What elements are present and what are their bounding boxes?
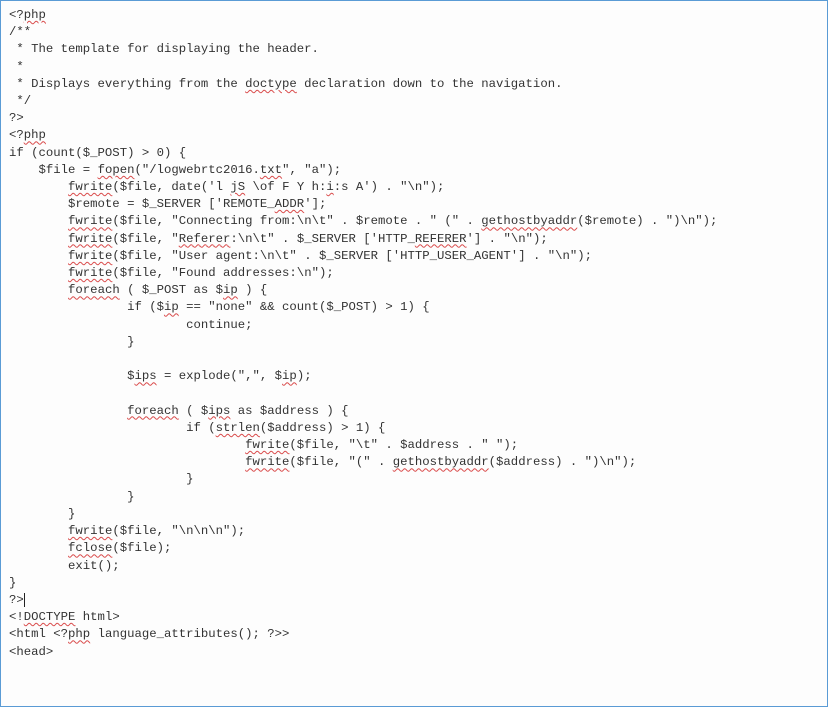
code-line: <?php [9,128,46,142]
code-line: */ [9,94,31,108]
code-line: $ips = explode(",", $ip); [9,369,312,383]
code-line: * [9,60,24,74]
code-line: fwrite($file, "Found addresses:\n"); [9,266,334,280]
code-line: fwrite($file, "Connecting from:\n\t" . $… [9,214,717,228]
code-line: } [9,472,193,486]
code-editor-pane[interactable]: <?php /** * The template for displaying … [0,0,828,707]
code-line: fwrite($file, "\t" . $address . " "); [9,438,518,452]
code-line: exit(); [9,559,120,573]
code-line: fclose($file); [9,541,171,555]
code-line: fwrite($file, "(" . gethostbyaddr($addre… [9,455,636,469]
code-line: * Displays everything from the doctype d… [9,77,562,91]
code-line: if (strlen($address) > 1) { [9,421,385,435]
code-line: fwrite($file, "User agent:\n\t" . $_SERV… [9,249,592,263]
code-line: fwrite($file, "Referer:\n\t" . $_SERVER … [9,232,548,246]
code-line: $remote = $_SERVER ['REMOTE_ADDR']; [9,197,326,211]
code-line: ?> [9,593,25,607]
code-line: foreach ( $ips as $address ) { [9,404,348,418]
code-line: /** [9,25,31,39]
code-line: } [9,335,134,349]
code-line: fwrite($file, date('l jS \of F Y h:i:s A… [9,180,444,194]
code-line: fwrite($file, "\n\n\n"); [9,524,245,538]
code-line: ?> [9,111,24,125]
code-line: if ($ip == "none" && count($_POST) > 1) … [9,300,430,314]
code-line: <head> [9,645,53,659]
code-line: } [9,576,16,590]
code-line: <!DOCTYPE html> [9,610,120,624]
code-line: foreach ( $_POST as $ip ) { [9,283,267,297]
code-line: } [9,490,134,504]
code-line: } [9,507,75,521]
code-line: $file = fopen("/logwebrtc2016.txt", "a")… [9,163,341,177]
text-cursor [24,593,25,607]
code-line: * The template for displaying the header… [9,42,319,56]
code-line: <?php [9,8,46,22]
code-content[interactable]: <?php /** * The template for displaying … [9,7,819,661]
code-line: continue; [9,318,253,332]
code-line: <html <?php language_attributes(); ?>> [9,627,289,641]
code-line: if (count($_POST) > 0) { [9,146,186,160]
